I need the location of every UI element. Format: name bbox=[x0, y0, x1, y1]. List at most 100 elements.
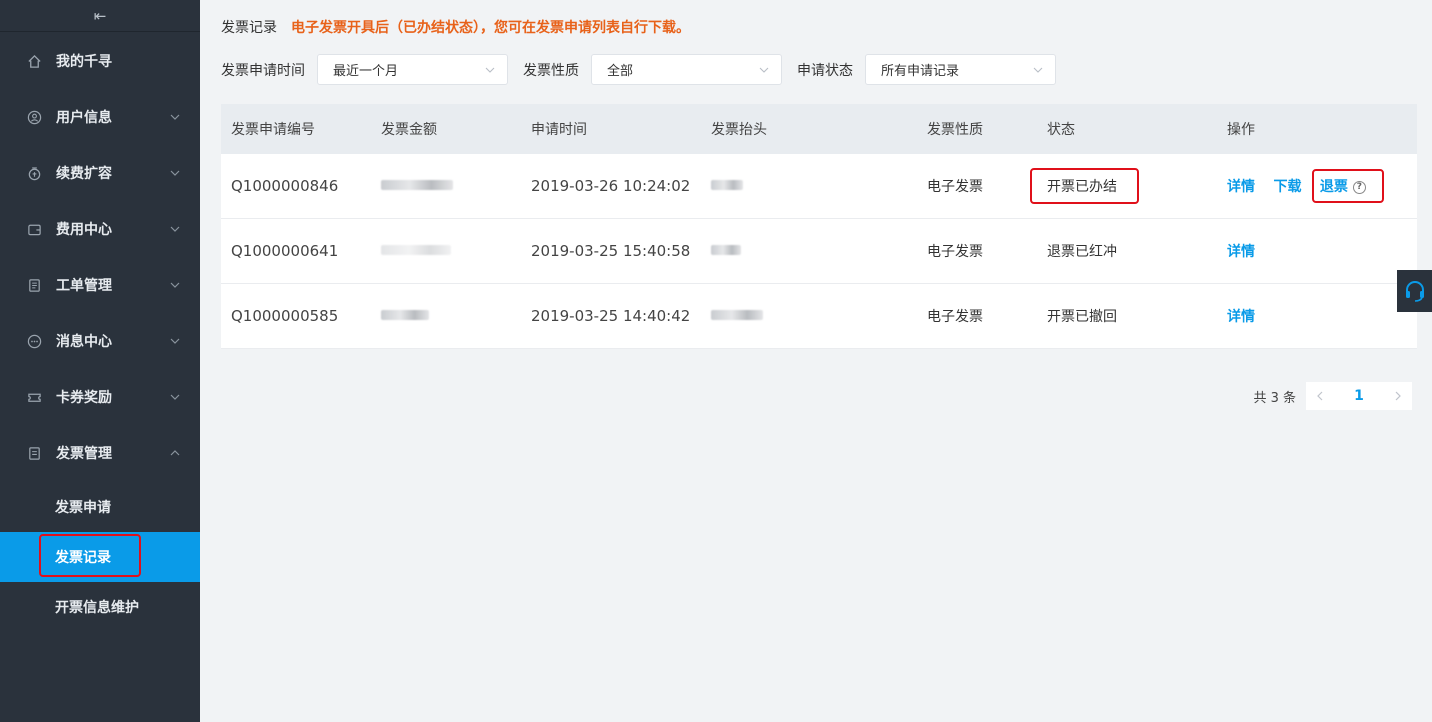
title-redacted bbox=[711, 243, 741, 259]
header-status: 状态 bbox=[1047, 122, 1075, 138]
sidebar-subitem-label: 开票信息维护 bbox=[55, 600, 139, 616]
filter-bar: 发票申请时间 最近一个月 发票性质 全部 申请状态 所有申请记录 bbox=[221, 54, 1071, 85]
invoice-id: Q1000000585 bbox=[231, 307, 339, 325]
user-icon bbox=[26, 109, 42, 125]
invoice-id: Q1000000846 bbox=[231, 177, 339, 195]
prev-page-button[interactable] bbox=[1306, 382, 1334, 410]
sidebar-subitem-invoice-info[interactable]: 开票信息维护 bbox=[0, 582, 200, 632]
table-row: Q1000000846 2019-03-26 10:24:02 电子发票 开票已… bbox=[221, 154, 1417, 219]
invoice-nature: 电子发票 bbox=[927, 244, 983, 260]
document-icon bbox=[26, 277, 42, 293]
header-time: 申请时间 bbox=[531, 122, 587, 138]
invoice-icon bbox=[26, 445, 42, 461]
invoice-id: Q1000000641 bbox=[231, 242, 339, 260]
table-row: Q1000000585 2019-03-25 14:40:42 电子发票 开票已… bbox=[221, 284, 1417, 349]
header-id: 发票申请编号 bbox=[231, 122, 315, 138]
sidebar-item-coupons[interactable]: 卡券奖励 bbox=[0, 369, 200, 425]
download-link[interactable]: 下载 bbox=[1273, 179, 1301, 195]
collapse-icon: ⇤ bbox=[93, 6, 107, 25]
sidebar-item-user-info[interactable]: 用户信息 bbox=[0, 89, 200, 145]
customer-support-button[interactable] bbox=[1397, 270, 1432, 312]
home-icon bbox=[26, 53, 42, 69]
sidebar-item-billing[interactable]: 费用中心 bbox=[0, 201, 200, 257]
row-actions: 详情 bbox=[1227, 241, 1269, 261]
sidebar-item-label: 用户信息 bbox=[56, 110, 112, 126]
page-title: 发票记录 bbox=[221, 20, 277, 36]
refund-link[interactable]: 退票? bbox=[1320, 179, 1366, 195]
table-header: 发票申请编号 发票金额 申请时间 发票抬头 发票性质 状态 操作 bbox=[221, 104, 1417, 154]
chevron-down-icon bbox=[485, 67, 495, 73]
invoice-nature: 电子发票 bbox=[927, 309, 983, 325]
row-actions: 详情 下载 退票? bbox=[1227, 176, 1366, 196]
header-amount: 发票金额 bbox=[381, 122, 437, 138]
sidebar-item-invoices[interactable]: 发票管理 bbox=[0, 425, 200, 481]
chevron-down-icon bbox=[170, 226, 180, 232]
ticket-icon bbox=[26, 389, 42, 405]
status-filter-select[interactable]: 所有申请记录 bbox=[865, 54, 1056, 85]
status-text: 开票已撤回 bbox=[1047, 309, 1117, 325]
help-icon[interactable]: ? bbox=[1352, 180, 1366, 194]
download-tip: 电子发票开具后（已办结状态），您可在发票申请列表自行下载。 bbox=[291, 20, 690, 36]
title-redacted bbox=[711, 308, 763, 324]
chevron-right-icon bbox=[1395, 391, 1401, 401]
sidebar-subitem-invoice-apply[interactable]: 发票申请 bbox=[0, 482, 200, 532]
amount-redacted bbox=[381, 178, 453, 194]
main-content: 发票记录 电子发票开具后（已办结状态），您可在发票申请列表自行下载。 发票申请时… bbox=[200, 0, 1432, 722]
invoice-nature: 电子发票 bbox=[927, 179, 983, 195]
page-number[interactable]: 1 bbox=[1334, 382, 1384, 410]
amount-redacted bbox=[381, 308, 429, 324]
status-text: 开票已办结 bbox=[1047, 179, 1117, 195]
chevron-down-icon bbox=[1033, 67, 1043, 73]
refund-label: 退票 bbox=[1319, 179, 1348, 195]
chevron-down-icon bbox=[170, 282, 180, 288]
chevron-down-icon bbox=[170, 338, 180, 344]
apply-time: 2019-03-25 14:40:42 bbox=[531, 307, 691, 325]
pagination: 共 3 条 1 bbox=[1253, 382, 1412, 410]
sidebar-item-label: 工单管理 bbox=[56, 278, 112, 294]
header-actions: 操作 bbox=[1227, 122, 1255, 138]
select-value: 全部 bbox=[607, 64, 634, 79]
detail-link[interactable]: 详情 bbox=[1227, 244, 1255, 260]
time-filter-select[interactable]: 最近一个月 bbox=[317, 54, 508, 85]
detail-link[interactable]: 详情 bbox=[1227, 179, 1255, 195]
sidebar-item-home[interactable]: 我的千寻 bbox=[0, 33, 200, 89]
headset-icon bbox=[1405, 281, 1424, 302]
invoice-table: 发票申请编号 发票金额 申请时间 发票抬头 发票性质 状态 操作 Q100000… bbox=[221, 104, 1417, 349]
pager: 1 bbox=[1306, 382, 1412, 410]
sidebar-item-messages[interactable]: 消息中心 bbox=[0, 313, 200, 369]
nature-filter-label: 发票性质 bbox=[523, 62, 579, 79]
detail-link[interactable]: 详情 bbox=[1227, 309, 1255, 325]
purse-icon bbox=[26, 221, 42, 237]
chevron-down-icon bbox=[170, 170, 180, 176]
chevron-down-icon bbox=[170, 394, 180, 400]
title-redacted bbox=[711, 178, 743, 194]
header-title: 发票抬头 bbox=[711, 122, 767, 138]
chevron-down-icon bbox=[759, 67, 769, 73]
sidebar-item-label: 续费扩容 bbox=[56, 166, 112, 182]
chevron-left-icon bbox=[1317, 391, 1323, 401]
select-value: 所有申请记录 bbox=[881, 64, 960, 79]
sidebar: ⇤ 我的千寻 用户信息 续费扩容 费用中心 工单管理 消息中心 卡券奖励 发票管… bbox=[0, 0, 200, 722]
nature-filter-select[interactable]: 全部 bbox=[591, 54, 782, 85]
row-actions: 详情 bbox=[1227, 306, 1269, 326]
next-page-button[interactable] bbox=[1384, 382, 1412, 410]
wallet-icon bbox=[26, 165, 42, 181]
status-filter-label: 申请状态 bbox=[797, 62, 853, 79]
notice-bar: 发票记录 电子发票开具后（已办结状态），您可在发票申请列表自行下载。 bbox=[221, 17, 690, 37]
sidebar-item-label: 我的千寻 bbox=[56, 54, 112, 70]
sidebar-item-tickets[interactable]: 工单管理 bbox=[0, 257, 200, 313]
select-value: 最近一个月 bbox=[333, 64, 399, 79]
table-row: Q1000000641 2019-03-25 15:40:58 电子发票 退票已… bbox=[221, 219, 1417, 284]
sidebar-item-renewal[interactable]: 续费扩容 bbox=[0, 145, 200, 201]
apply-time: 2019-03-26 10:24:02 bbox=[531, 177, 691, 195]
status-text: 退票已红冲 bbox=[1047, 244, 1117, 260]
chevron-up-icon bbox=[170, 450, 180, 456]
time-filter-label: 发票申请时间 bbox=[221, 62, 305, 79]
message-icon bbox=[26, 333, 42, 349]
sidebar-subitem-label: 发票记录 bbox=[55, 550, 111, 566]
sidebar-item-label: 卡券奖励 bbox=[56, 390, 112, 406]
sidebar-subitem-invoice-records[interactable]: 发票记录 bbox=[0, 532, 200, 582]
collapse-sidebar-button[interactable]: ⇤ bbox=[0, 0, 200, 32]
amount-redacted bbox=[381, 243, 451, 259]
apply-time: 2019-03-25 15:40:58 bbox=[531, 242, 691, 260]
